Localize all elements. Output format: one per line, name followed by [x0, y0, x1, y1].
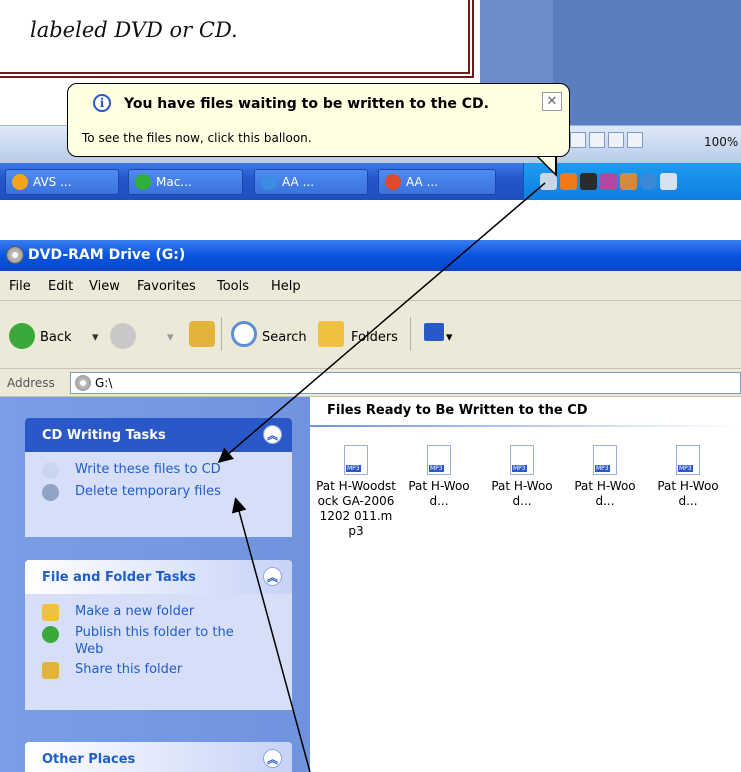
annotation-arrows: [217, 182, 546, 772]
arrow-to-write-link: [217, 182, 546, 463]
arrow-to-write-link-2: [231, 497, 311, 772]
